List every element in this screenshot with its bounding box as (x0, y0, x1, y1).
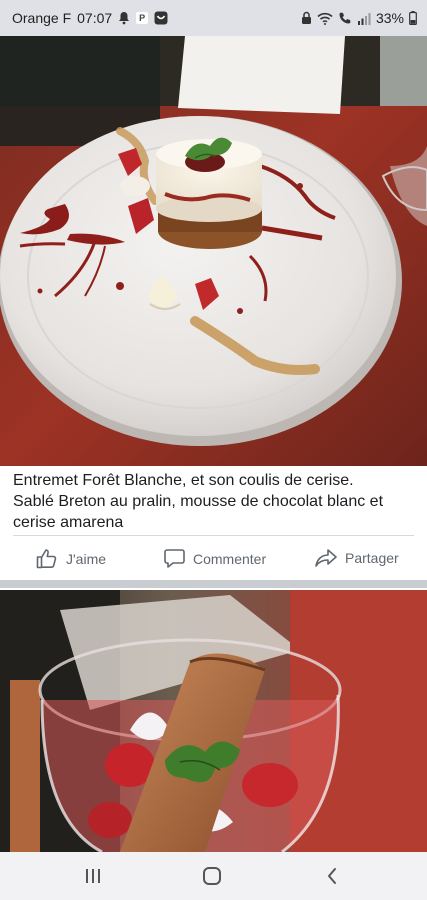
comment-button[interactable]: Commenter (164, 548, 266, 569)
like-label: J'aime (66, 550, 107, 567)
share-button[interactable]: Partager (315, 548, 399, 568)
p-badge-icon: P (136, 12, 149, 24)
back-icon[interactable] (318, 864, 346, 888)
clock: 07:07 (77, 10, 113, 26)
status-right: 33% (301, 10, 417, 26)
status-bar: Orange F 07:07 P 33% (0, 0, 427, 36)
post-actions: J'aime Commenter Partager (0, 540, 427, 578)
post-separator (0, 580, 427, 588)
dessert-glass-photo[interactable] (0, 590, 427, 852)
battery-percent: 33% (375, 10, 404, 26)
caption-line-2: Sablé Breton au pralin, mousse de chocol… (13, 493, 384, 510)
notification-bell-icon (118, 11, 130, 25)
battery-icon (409, 11, 417, 25)
lock-icon (301, 11, 312, 25)
comment-bubble-icon (164, 548, 185, 569)
recent-apps-icon[interactable] (79, 864, 107, 888)
carrier-label: Orange F (12, 10, 72, 26)
share-arrow-icon (315, 548, 337, 568)
dessert-plate-photo[interactable] (0, 36, 427, 466)
signal-bars-icon (357, 12, 371, 25)
share-label: Partager (345, 550, 399, 566)
divider (13, 535, 414, 536)
post-caption: Entremet Forêt Blanche, et son coulis de… (13, 470, 413, 533)
comment-label: Commenter (193, 550, 267, 567)
like-button[interactable]: J'aime (36, 548, 106, 569)
status-left: Orange F 07:07 P (12, 10, 168, 26)
wifi-icon (317, 12, 333, 25)
app-screen: Orange F 07:07 P 33% Entremet Forêt Blan… (0, 0, 427, 900)
call-signal-icon (338, 11, 352, 25)
home-icon[interactable] (198, 864, 226, 888)
system-nav-bar (0, 852, 427, 900)
app-icon (154, 11, 168, 25)
caption-line-3: cerise amarena (13, 514, 124, 531)
caption-line-1: Entremet Forêt Blanche, et son coulis de… (13, 472, 354, 489)
thumbs-up-icon (36, 548, 58, 569)
